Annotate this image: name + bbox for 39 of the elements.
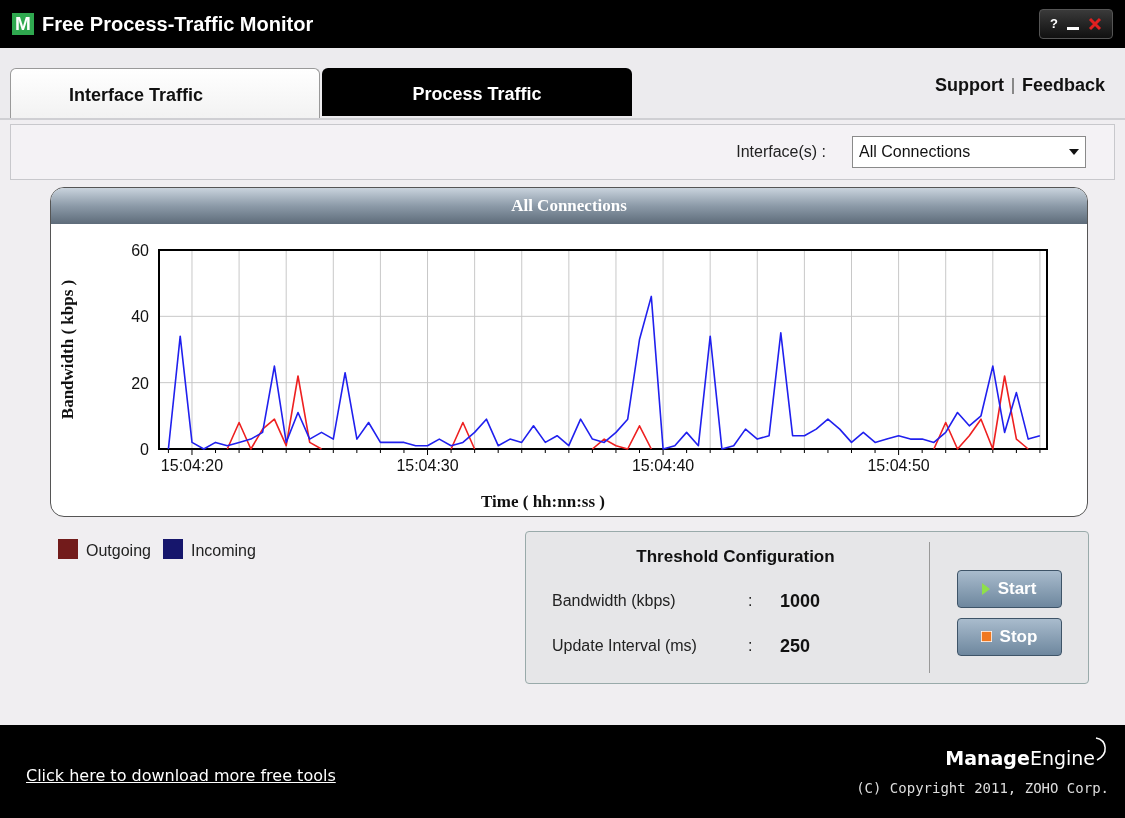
setting-value: 250	[780, 634, 811, 658]
setting-label: Update Interval (ms)	[552, 636, 698, 656]
colon-separator: :	[748, 591, 754, 611]
y-tick-label: 60	[131, 242, 149, 259]
tab[interactable]: Process Traffic	[322, 68, 632, 116]
colon-separator: :	[748, 636, 754, 656]
caret-icon	[1069, 149, 1079, 155]
stop-icon	[980, 631, 992, 642]
legend-label: Outgoing	[86, 541, 151, 561]
interface-dropdown[interactable]: All Connections	[852, 136, 1086, 168]
play-icon	[981, 582, 990, 595]
y-tick-label: 40	[131, 308, 149, 326]
x-tick-label: 15:04:50	[867, 457, 930, 474]
legend-swatch	[162, 539, 183, 559]
x-axis-label: Time ( hh:nn:ss )	[481, 492, 605, 511]
tab[interactable]: Interface Traffic	[10, 68, 320, 118]
swoosh-icon	[1095, 735, 1109, 762]
threshold-title: Threshold Configuration	[636, 546, 835, 568]
copyright-text: (C) Copyright 2011, ZOHO Corp.	[856, 779, 1109, 799]
app-logo: M	[12, 13, 34, 35]
chart-title: All Connections	[511, 195, 627, 218]
download-link[interactable]: Click here to download more free tools	[26, 763, 336, 788]
header-link[interactable]: Support	[934, 72, 1004, 99]
y-tick-label: 0	[140, 441, 149, 458]
window-title: Free Process-Traffic Monitor	[42, 12, 314, 37]
setting-value: 1000	[780, 589, 821, 613]
interface-label: Interface(s) :	[736, 142, 826, 162]
legend-swatch	[58, 539, 78, 559]
header-link[interactable]: Feedback	[1021, 72, 1105, 99]
x-tick-label: 15:04:20	[160, 457, 224, 474]
help-button[interactable]: ?	[1050, 14, 1058, 34]
setting-label: Bandwidth (kbps)	[552, 591, 677, 611]
x-tick-label: 15:04:30	[396, 457, 459, 474]
y-tick-label: 20	[131, 374, 149, 392]
legend-label: Incoming	[190, 541, 256, 561]
close-icon[interactable]	[1088, 17, 1102, 31]
x-tick-label: 15:04:40	[631, 457, 695, 474]
y-axis-label: Bandwidth ( kbps )	[58, 279, 77, 420]
brand-logo: ManageEngine	[945, 745, 1095, 771]
